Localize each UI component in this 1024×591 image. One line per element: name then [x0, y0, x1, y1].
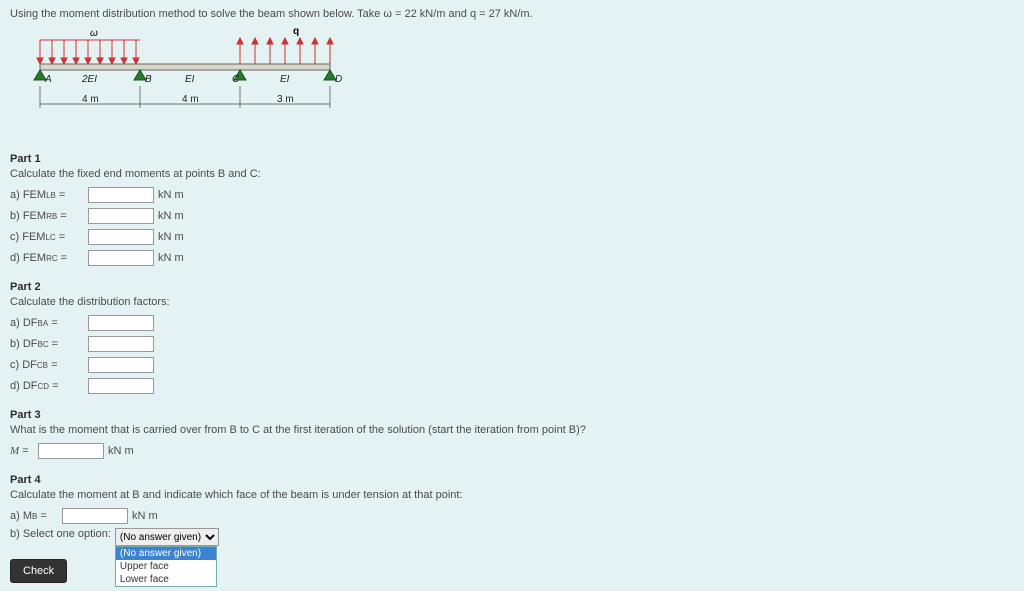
df-bc-label: b) DFBC = — [10, 338, 88, 350]
svg-text:C: C — [232, 74, 240, 85]
svg-text:EI: EI — [280, 74, 290, 85]
part2: Part 2 Calculate the distribution factor… — [10, 281, 1014, 395]
option-upper-face[interactable]: Upper face — [116, 560, 216, 573]
svg-text:B: B — [145, 74, 152, 85]
check-button[interactable]: Check — [10, 559, 67, 583]
df-ba-input[interactable] — [88, 315, 154, 331]
face-select-options: (No answer given) Upper face Lower face — [115, 546, 217, 587]
problem-statement: Using the moment distribution method to … — [10, 8, 1014, 20]
part1: Part 1 Calculate the fixed end moments a… — [10, 153, 1014, 267]
fem-bl-input[interactable] — [88, 187, 154, 203]
part3-title: Part 3 — [10, 409, 1014, 421]
svg-text:A: A — [44, 74, 52, 85]
mb-label: a) MB = — [10, 510, 62, 522]
mb-input[interactable] — [62, 508, 128, 524]
svg-text:4 m: 4 m — [82, 94, 99, 105]
face-select[interactable]: (No answer given) — [115, 528, 219, 546]
m-input[interactable] — [38, 443, 104, 459]
part3: Part 3 What is the moment that is carrie… — [10, 409, 1014, 460]
df-bc-input[interactable] — [88, 336, 154, 352]
part2-desc: Calculate the distribution factors: — [10, 296, 1014, 308]
df-cd-input[interactable] — [88, 378, 154, 394]
m-label: M = — [10, 445, 38, 457]
df-cb-label: c) DFCB = — [10, 359, 88, 371]
part2-title: Part 2 — [10, 281, 1014, 293]
df-ba-label: a) DFBA = — [10, 317, 88, 329]
svg-text:q: q — [293, 26, 299, 37]
fem-cr-input[interactable] — [88, 250, 154, 266]
part4-title: Part 4 — [10, 474, 1014, 486]
svg-text:D: D — [335, 74, 342, 85]
unit-knm: kN m — [158, 189, 184, 201]
fem-bl-label: a) FEMLB = — [10, 189, 88, 201]
part1-title: Part 1 — [10, 153, 1014, 165]
fem-br-label: b) FEMRB = — [10, 210, 88, 222]
part1-desc: Calculate the fixed end moments at point… — [10, 168, 1014, 180]
svg-text:4 m: 4 m — [182, 94, 199, 105]
svg-text:3 m: 3 m — [277, 94, 294, 105]
svg-text:ω: ω — [90, 28, 98, 39]
svg-text:2EI: 2EI — [81, 74, 97, 85]
part4: Part 4 Calculate the moment at B and ind… — [10, 474, 1014, 583]
svg-text:EI: EI — [185, 74, 195, 85]
fem-cl-label: c) FEMLC = — [10, 231, 88, 243]
part4-desc: Calculate the moment at B and indicate w… — [10, 489, 1014, 501]
df-cd-label: d) DFCD = — [10, 380, 88, 392]
beam-diagram: ω q A 2EI B EI C EI D — [10, 26, 390, 139]
option-lower-face[interactable]: Lower face — [116, 573, 216, 586]
fem-cl-input[interactable] — [88, 229, 154, 245]
df-cb-input[interactable] — [88, 357, 154, 373]
select-option-label: b) Select one option: — [10, 528, 111, 540]
fem-cr-label: d) FEMRC = — [10, 252, 88, 264]
fem-br-input[interactable] — [88, 208, 154, 224]
option-no-answer[interactable]: (No answer given) — [116, 547, 216, 560]
part3-desc: What is the moment that is carried over … — [10, 424, 1014, 436]
